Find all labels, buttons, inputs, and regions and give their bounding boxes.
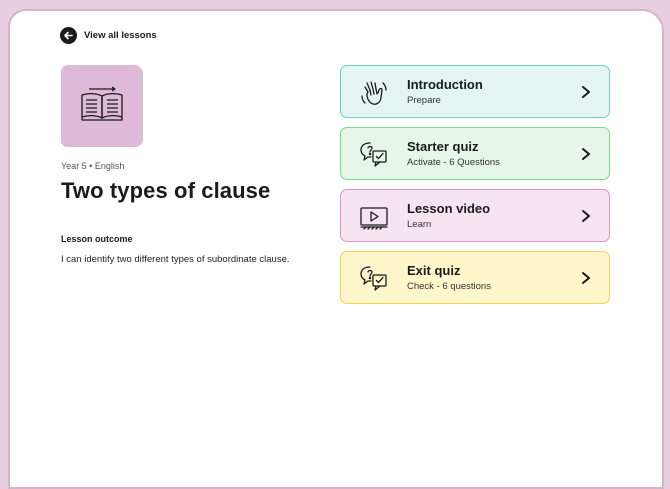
chevron-right-icon [580, 208, 592, 224]
view-all-lessons-label: View all lessons [84, 30, 157, 41]
open-book-icon [79, 84, 125, 129]
lesson-meta: Year 5 • English [61, 161, 125, 171]
starter-quiz-subtitle: Activate - 6 Questions [407, 157, 500, 168]
lesson-outcome-text: I can identify two different types of su… [61, 254, 290, 265]
starter-quiz-button[interactable]: Starter quiz Activate - 6 Questions [340, 127, 610, 180]
lesson-thumbnail [61, 65, 143, 147]
waving-hand-icon [359, 78, 389, 108]
chevron-right-icon [580, 146, 592, 162]
exit-quiz-subtitle: Check - 6 questions [407, 281, 491, 292]
back-arrow-icon [60, 27, 77, 44]
introduction-title: Introduction [407, 77, 483, 92]
lesson-video-subtitle: Learn [407, 219, 432, 230]
quiz-speech-bubbles-icon [359, 140, 389, 170]
lesson-video-title: Lesson video [407, 201, 491, 216]
quiz-speech-bubbles-icon [359, 264, 389, 294]
lesson-video-button[interactable]: Lesson video Learn [340, 189, 610, 242]
lesson-outcome-heading: Lesson outcome [61, 234, 133, 244]
introduction-subtitle: Prepare [407, 95, 441, 106]
introduction-button[interactable]: Introduction Prepare [340, 65, 610, 118]
chevron-right-icon [580, 84, 592, 100]
exit-quiz-title: Exit quiz [407, 263, 461, 278]
chevron-right-icon [580, 270, 592, 286]
starter-quiz-title: Starter quiz [407, 139, 479, 154]
exit-quiz-button[interactable]: Exit quiz Check - 6 questions [340, 251, 610, 304]
view-all-lessons-link[interactable]: View all lessons [60, 27, 157, 44]
lesson-title: Two types of clause [61, 178, 271, 203]
video-player-icon [359, 202, 389, 232]
